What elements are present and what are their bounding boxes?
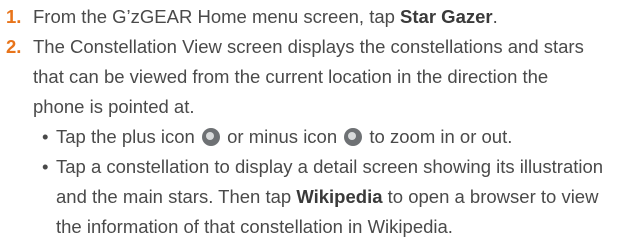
zoom-plus-icon [201, 128, 220, 146]
bullet-text-line: Tap a constellation to display a detail … [56, 156, 604, 177]
instruction-document: 1. From the G’zGEAR Home menu screen, ta… [0, 0, 640, 240]
step-text-line: The Constellation View screen displays t… [33, 36, 584, 57]
step-text: From the G’zGEAR Home menu screen, tap S… [33, 6, 498, 27]
step-text-line: phone is pointed at. [33, 96, 195, 117]
bullet-dot: • [42, 156, 49, 177]
step-text-line: that can be viewed from the current loca… [33, 66, 549, 87]
step-number: 2. [6, 36, 22, 57]
zoom-minus-icon [344, 128, 363, 146]
bullet-text: Tap the plus icon or minus icon to zoom … [56, 126, 513, 147]
step-number: 1. [6, 6, 22, 27]
wikipedia-label: Wikipedia [296, 186, 383, 207]
bullet-dot: • [42, 126, 49, 147]
star-gazer-label: Star Gazer [400, 6, 493, 27]
bullet-text-line: and the main stars. Then tap Wikipedia t… [56, 186, 599, 207]
bullet-text-line: the information of that constellation in… [56, 216, 453, 237]
